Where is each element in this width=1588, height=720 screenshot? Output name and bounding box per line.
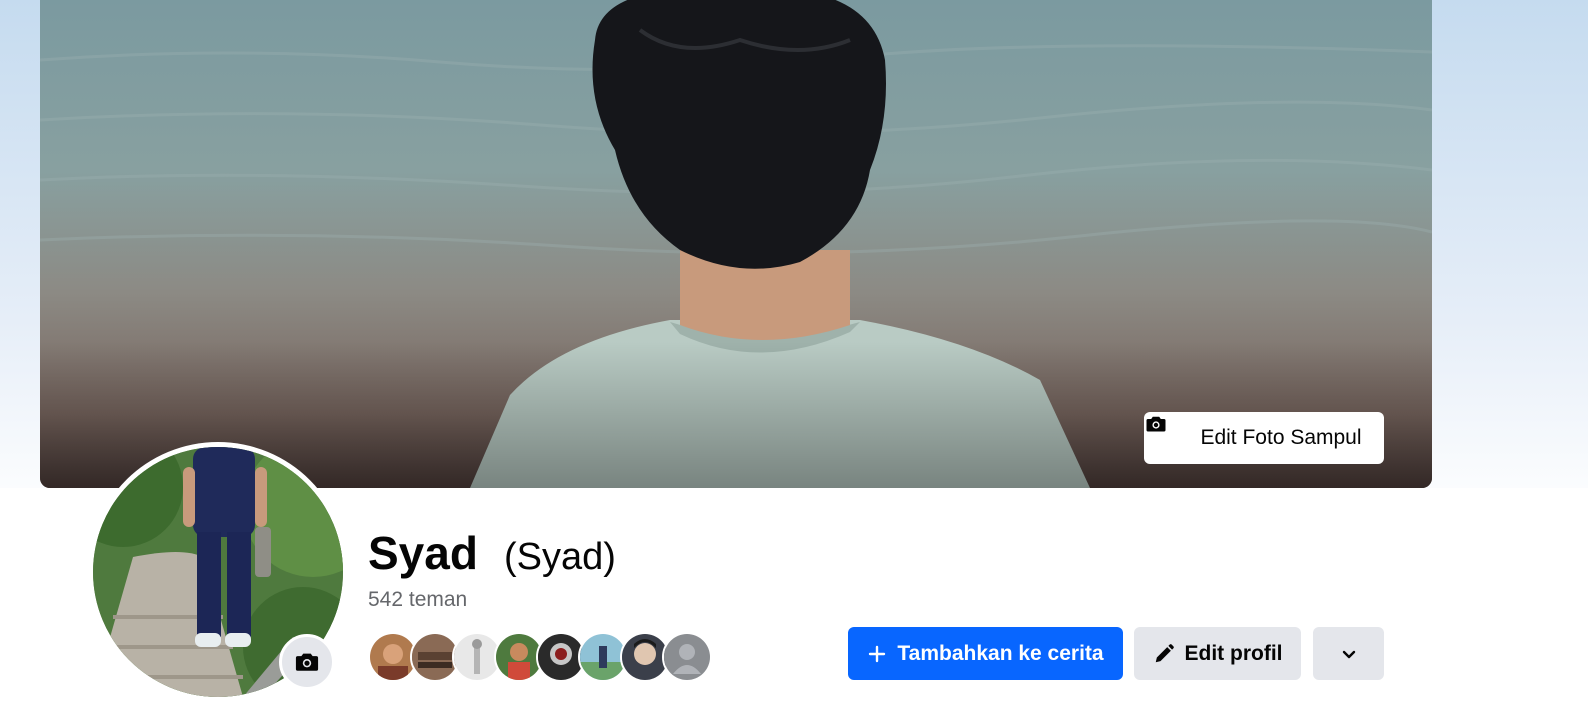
- edit-cover-photo-label: Edit Foto Sampul: [1200, 426, 1362, 449]
- plus-icon: [867, 644, 887, 664]
- chevron-down-icon: [1339, 644, 1359, 664]
- profile-name-row: Syad (Syad): [368, 526, 616, 580]
- pencil-icon: [1153, 643, 1175, 665]
- add-to-story-label: Tambahkan ke cerita: [897, 641, 1104, 665]
- edit-profile-button[interactable]: Edit profil: [1134, 627, 1301, 680]
- friend-avatar-list: [368, 632, 712, 682]
- camera-icon: [293, 648, 321, 676]
- edit-profile-label: Edit profil: [1184, 641, 1283, 665]
- update-profile-picture-button[interactable]: [279, 634, 335, 690]
- edit-cover-photo-button[interactable]: Edit Foto Sampul: [1144, 412, 1384, 464]
- cover-photo[interactable]: Edit Foto Sampul: [40, 0, 1432, 488]
- friend-avatar-default[interactable]: [662, 632, 712, 682]
- more-options-button[interactable]: [1313, 627, 1384, 680]
- add-to-story-button[interactable]: Tambahkan ke cerita: [848, 627, 1123, 680]
- camera-icon: [1146, 416, 1190, 450]
- profile-alternate-name: (Syad): [503, 536, 616, 578]
- friends-count-link[interactable]: 542 teman: [368, 588, 467, 612]
- profile-name: Syad: [368, 527, 478, 579]
